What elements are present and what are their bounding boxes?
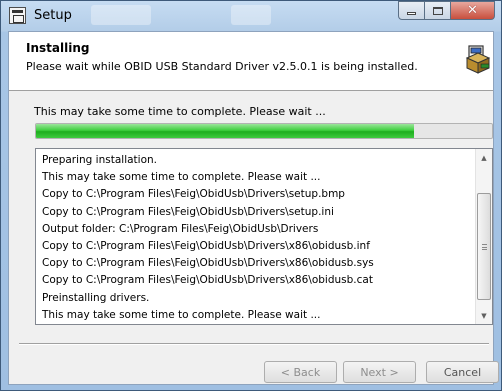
title-bar-blur bbox=[231, 5, 271, 25]
log-line: Copy to C:\Program Files\Feig\ObidUsb\Dr… bbox=[42, 205, 334, 218]
log-line: Output folder: C:\Program Files\Feig\Obi… bbox=[42, 222, 319, 235]
scrollbar-thumb[interactable] bbox=[477, 193, 491, 300]
close-button[interactable]: ✕ bbox=[451, 1, 495, 20]
minimize-icon bbox=[407, 12, 416, 15]
close-icon: ✕ bbox=[467, 3, 478, 18]
install-log-lines: Preparing installation. This may take so… bbox=[36, 152, 474, 324]
install-log[interactable]: Preparing installation. This may take so… bbox=[35, 148, 493, 325]
setup-window-icon bbox=[9, 7, 26, 24]
button-separator bbox=[19, 343, 489, 345]
log-line: This may take some time to complete. Ple… bbox=[42, 308, 321, 321]
progress-bar-fill bbox=[36, 124, 415, 138]
caption-buttons: ✕ bbox=[398, 1, 495, 20]
title-bar[interactable]: Setup ✕ bbox=[1, 1, 501, 31]
page-subtitle: Please wait while OBID USB Standard Driv… bbox=[26, 60, 418, 73]
log-line: Copy to C:\Program Files\Feig\ObidUsb\Dr… bbox=[42, 274, 373, 287]
log-line: This may take some time to complete. Ple… bbox=[42, 171, 321, 184]
log-line: Copy to C:\Program Files\Feig\ObidUsb\Dr… bbox=[42, 188, 345, 201]
log-line: Preinstalling drivers. bbox=[42, 291, 150, 304]
grip-icon bbox=[482, 244, 487, 250]
title-bar-blur bbox=[91, 5, 151, 25]
back-button[interactable]: < Back bbox=[264, 361, 337, 383]
log-scrollbar[interactable]: ▲ ▼ bbox=[475, 149, 492, 324]
maximize-button[interactable] bbox=[425, 1, 451, 20]
progress-bar bbox=[35, 123, 493, 139]
cancel-button[interactable]: Cancel bbox=[426, 361, 499, 383]
log-line: Copy to C:\Program Files\Feig\ObidUsb\Dr… bbox=[42, 240, 370, 253]
minimize-button[interactable] bbox=[398, 1, 425, 20]
arrow-up-icon[interactable]: ▲ bbox=[476, 149, 492, 166]
maximize-icon bbox=[432, 6, 443, 15]
arrow-down-icon[interactable]: ▼ bbox=[476, 307, 492, 324]
log-line: Copy to C:\Program Files\Feig\ObidUsb\Dr… bbox=[42, 257, 374, 270]
setup-window: Setup ✕ Installing Please wait while OBI… bbox=[0, 0, 502, 391]
installer-box-icon bbox=[465, 45, 491, 74]
dialog-client-area: Installing Please wait while OBID USB St… bbox=[8, 31, 499, 385]
window-title: Setup bbox=[34, 8, 72, 23]
log-line: Preparing installation. bbox=[42, 154, 157, 166]
dialog-header: Installing Please wait while OBID USB St… bbox=[9, 32, 493, 91]
next-button[interactable]: Next > bbox=[343, 361, 416, 383]
status-text: This may take some time to complete. Ple… bbox=[34, 105, 326, 118]
page-title: Installing bbox=[26, 41, 90, 55]
